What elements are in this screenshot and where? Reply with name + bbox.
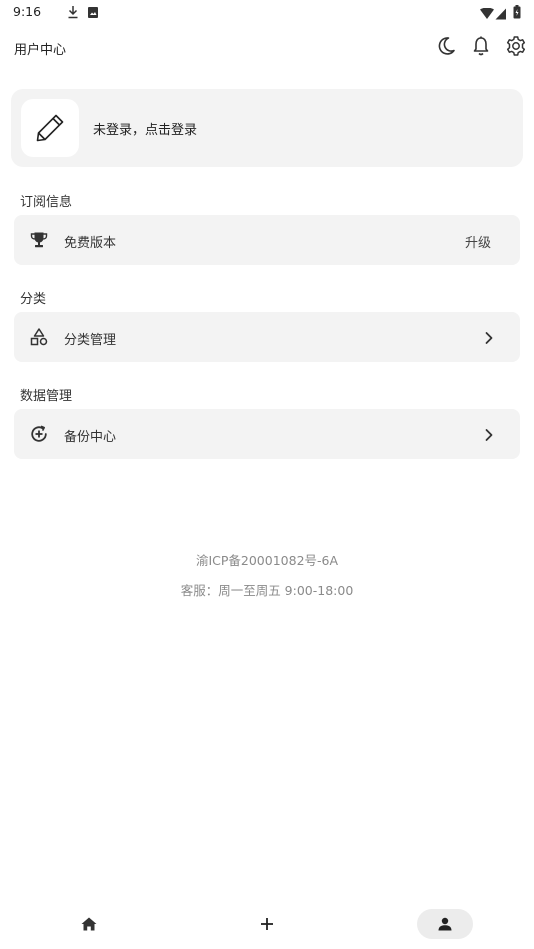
backup-icon xyxy=(30,425,48,447)
nav-home[interactable] xyxy=(61,909,117,939)
wifi-icon xyxy=(480,5,494,24)
person-icon xyxy=(438,917,452,931)
moon-icon[interactable] xyxy=(434,34,458,58)
status-bar: 9:16 xyxy=(0,0,534,24)
trophy-icon xyxy=(30,231,48,253)
customer-service-hours: 客服：周一至周五 9:00-18:00 xyxy=(180,583,354,598)
header: 用户中心 xyxy=(0,30,534,64)
avatar[interactable] xyxy=(21,99,79,157)
backup-center-label: 备份中心 xyxy=(64,430,117,445)
status-time: 9:16 xyxy=(13,4,42,19)
section-label-category: 分类 xyxy=(20,292,47,307)
chevron-right-icon xyxy=(484,427,494,446)
shapes-icon xyxy=(30,328,48,350)
gear-icon[interactable] xyxy=(504,34,528,58)
nav-profile[interactable] xyxy=(417,909,473,939)
nav-add[interactable] xyxy=(239,909,295,939)
icp-license-text: 渝ICP备20001082号-6A xyxy=(195,553,339,568)
category-management-row[interactable]: 分类管理 xyxy=(14,312,520,362)
bell-icon[interactable] xyxy=(469,34,493,58)
backup-center-row[interactable]: 备份中心 xyxy=(14,409,520,459)
subscription-row[interactable]: 免费版本 升级 xyxy=(14,215,520,265)
add-icon xyxy=(261,918,273,930)
chevron-right-icon xyxy=(484,330,494,349)
login-card[interactable]: 未登录，点击登录 xyxy=(11,89,523,167)
signal-icon xyxy=(495,5,507,24)
page-title: 用户中心 xyxy=(14,43,67,58)
image-notification-icon xyxy=(87,4,99,23)
download-icon xyxy=(67,4,79,23)
pencil-icon xyxy=(36,114,64,142)
section-label-subscription: 订阅信息 xyxy=(20,195,73,210)
section-label-data: 数据管理 xyxy=(20,389,73,404)
battery-icon xyxy=(513,4,521,23)
subscription-plan-label: 免费版本 xyxy=(64,236,117,251)
home-icon xyxy=(81,917,97,931)
category-management-label: 分类管理 xyxy=(64,333,117,348)
bottom-nav xyxy=(0,904,534,949)
screen: 9:16 用户中心 未登录，点击登录 订阅信息 免费版本 升级 分类 分类管理 … xyxy=(0,0,534,949)
login-prompt[interactable]: 未登录，点击登录 xyxy=(93,119,197,138)
upgrade-button[interactable]: 升级 xyxy=(465,232,491,251)
